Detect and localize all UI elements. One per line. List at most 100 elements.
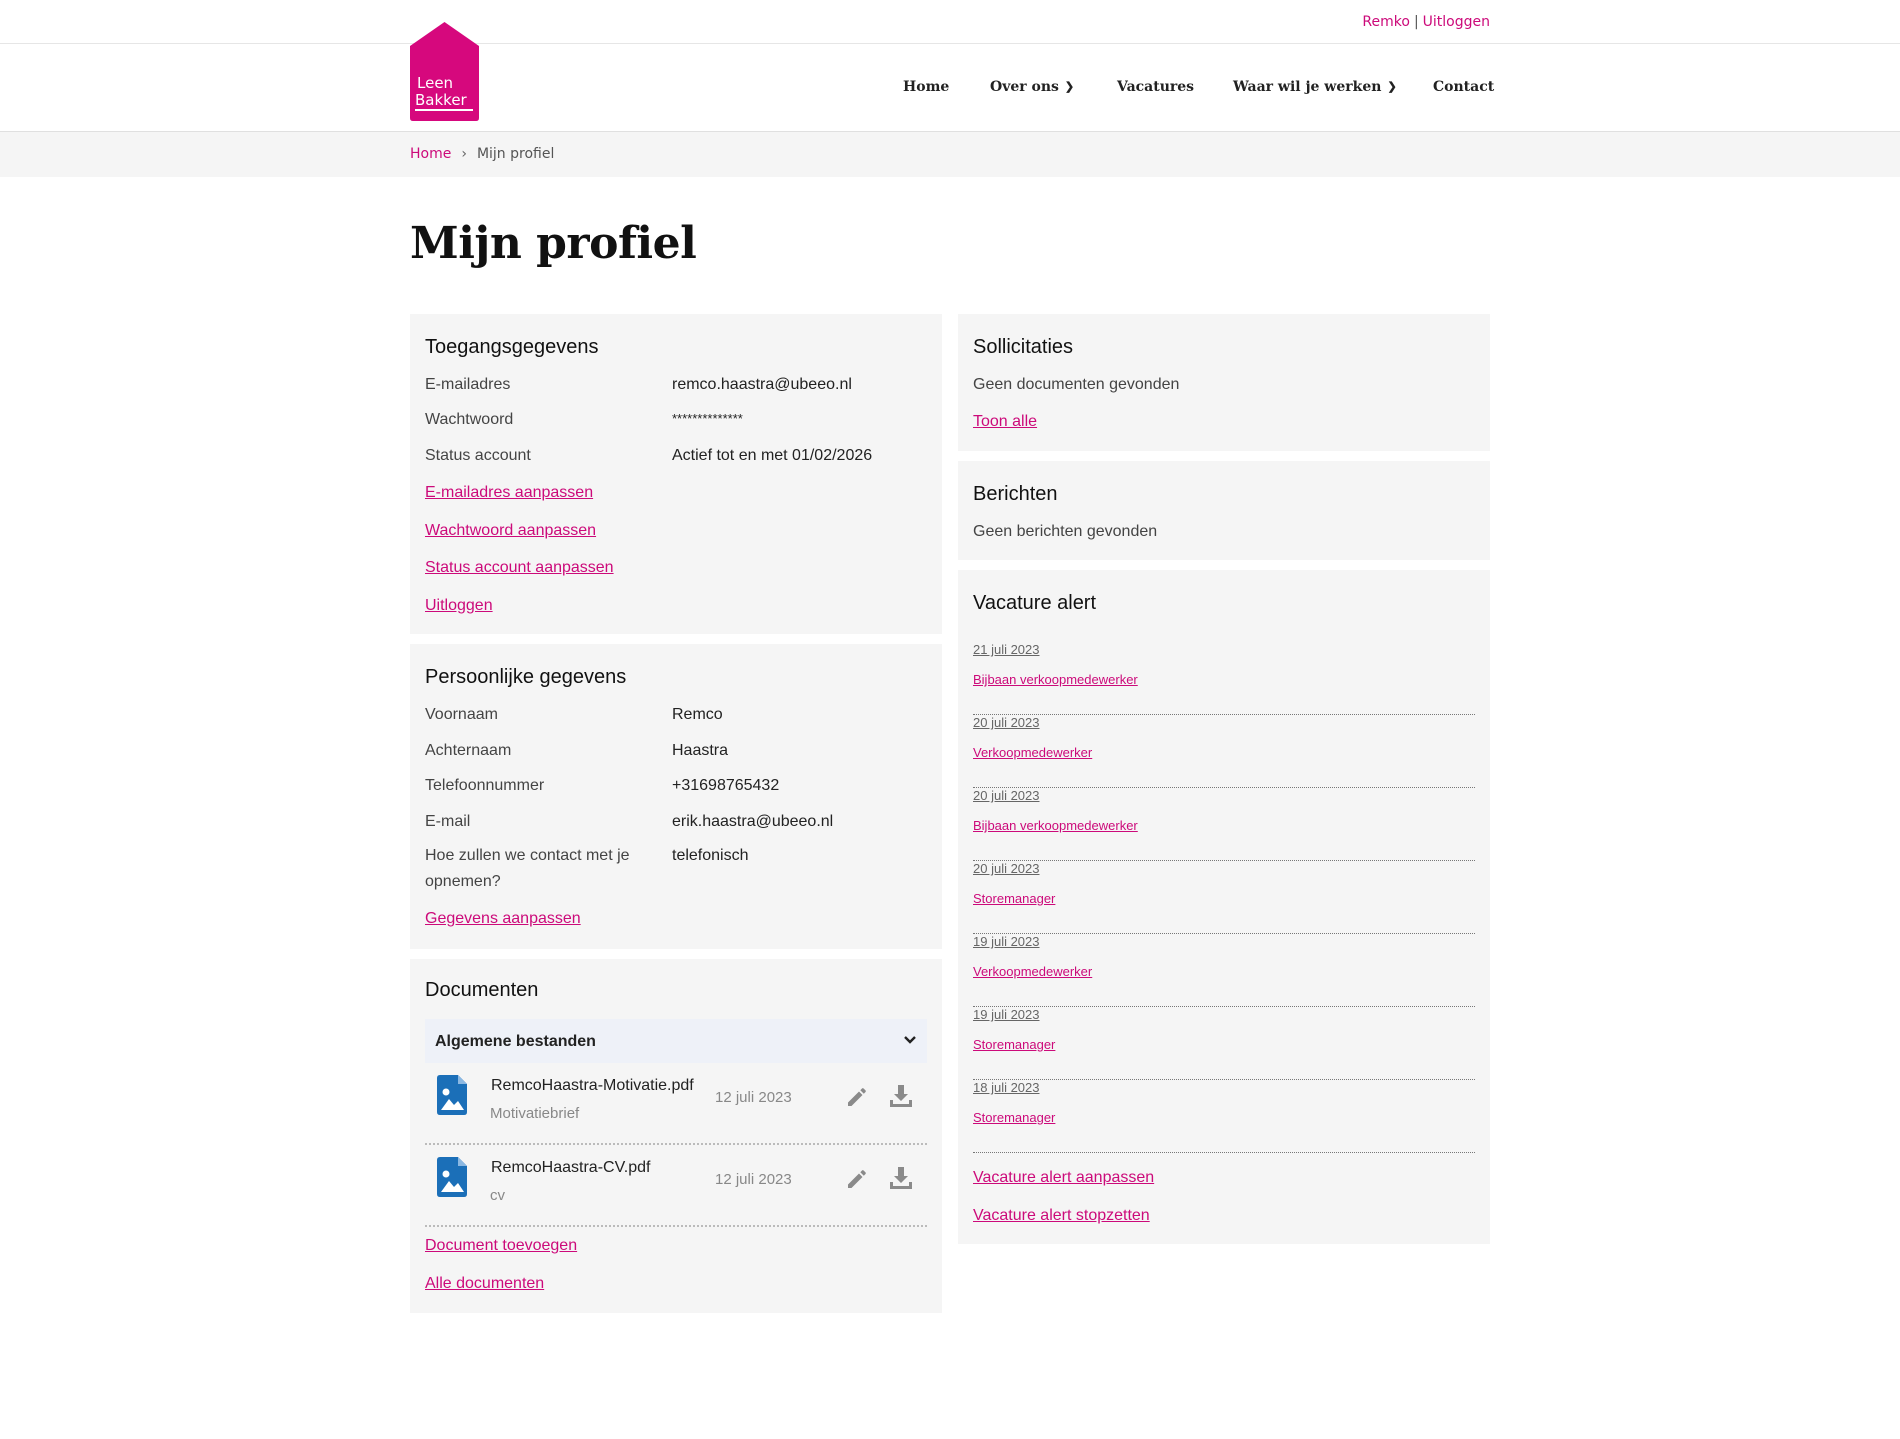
firstname-value: Remco	[672, 706, 723, 723]
page-title: Mijn profiel	[410, 218, 697, 269]
document-row: RemcoHaastra-Motivatie.pdf Motivatiebrie…	[425, 1065, 927, 1145]
main-nav: Home Over ons ❯ Vacatures Waar wil je wer…	[0, 79, 1900, 99]
nav-contact[interactable]: Contact	[1433, 79, 1494, 95]
document-name[interactable]: RemcoHaastra-CV.pdf	[491, 1159, 650, 1177]
show-all-link[interactable]: Toon alle	[973, 413, 1037, 431]
nav-where-label: Waar wil je werken	[1233, 79, 1382, 95]
alert-item: 18 juli 2023 Storemanager	[973, 1080, 1475, 1153]
edit-alert-link[interactable]: Vacature alert aanpassen	[973, 1169, 1154, 1187]
alert-date: 18 juli 2023	[973, 1080, 1040, 1095]
image-file-icon	[437, 1075, 467, 1115]
document-date: 12 juli 2023	[715, 1089, 792, 1106]
job-alert-panel: Vacature alert 21 juli 2023 Bijbaan verko…	[958, 570, 1490, 1244]
alert-job-link[interactable]: Storemanager	[973, 1037, 1055, 1052]
job-alert-title: Vacature alert	[973, 592, 1097, 614]
pencil-icon[interactable]	[845, 1085, 869, 1109]
status-value: Actief tot en met 01/02/2026	[672, 447, 873, 464]
personal-email-label: E-mail	[425, 813, 471, 830]
contact-pref-label-line1: Hoe zullen we contact met je	[425, 847, 630, 864]
alert-job-link[interactable]: Verkoopmedewerker	[973, 745, 1092, 760]
breadcrumb-home[interactable]: Home	[410, 146, 451, 162]
breadcrumb-current: Mijn profiel	[476, 146, 555, 162]
contact-pref-label-line2: opnemen?	[425, 873, 501, 890]
document-type: Motivatiebrief	[490, 1105, 580, 1122]
alert-date: 19 juli 2023	[973, 1007, 1040, 1022]
email-value: remco.haastra@ubeeo.nl	[672, 376, 852, 393]
messages-empty-text: Geen berichten gevonden	[973, 523, 1158, 540]
chevron-down-icon: ❯	[1387, 80, 1397, 93]
firstname-label: Voornaam	[425, 706, 498, 723]
stop-alert-link[interactable]: Vacature alert stopzetten	[973, 1207, 1150, 1225]
document-row: RemcoHaastra-CV.pdf cv 12 juli 2023	[425, 1147, 927, 1227]
documents-panel: Documenten Algemene bestanden RemcoHaast…	[410, 959, 942, 1313]
phone-value: +31698765432	[672, 777, 780, 794]
alert-date: 20 juli 2023	[973, 861, 1040, 876]
breadcrumb-bar: Home › Mijn profiel	[0, 132, 1900, 177]
pencil-icon[interactable]	[845, 1167, 869, 1191]
alert-job-link[interactable]: Bijbaan verkoopmedewerker	[973, 818, 1138, 833]
logout-link[interactable]: Uitloggen	[425, 597, 493, 615]
edit-email-link[interactable]: E-mailadres aanpassen	[425, 484, 593, 502]
top-utility-bar: Remko | Uitloggen	[0, 0, 1900, 44]
document-name[interactable]: RemcoHaastra-Motivatie.pdf	[491, 1077, 694, 1095]
breadcrumb-arrow: ›	[461, 146, 467, 162]
alert-item: 20 juli 2023 Bijbaan verkoopmedewerker	[973, 788, 1475, 861]
alert-job-link[interactable]: Verkoopmedewerker	[973, 964, 1092, 979]
alert-date: 21 juli 2023	[973, 642, 1040, 657]
nav-where[interactable]: Waar wil je werken ❯	[1233, 79, 1397, 95]
download-icon[interactable]	[888, 1165, 914, 1191]
phone-label: Telefoonnummer	[425, 777, 545, 794]
nav-home[interactable]: Home	[903, 79, 949, 95]
nav-about-label: Over ons	[990, 79, 1059, 95]
applications-empty-text: Geen documenten gevonden	[973, 376, 1180, 393]
alert-item: 19 juli 2023 Verkoopmedewerker	[973, 934, 1475, 1007]
lastname-label: Achternaam	[425, 742, 512, 759]
image-file-icon	[437, 1157, 467, 1197]
download-icon[interactable]	[888, 1083, 914, 1109]
alert-job-link[interactable]: Storemanager	[973, 1110, 1055, 1125]
main-header: Leen Bakker Home Over ons ❯ Vacatures Waa…	[0, 22, 1900, 132]
edit-status-link[interactable]: Status account aanpassen	[425, 559, 614, 577]
top-logout-link[interactable]: Uitloggen	[1423, 14, 1490, 30]
document-date: 12 juli 2023	[715, 1171, 792, 1188]
edit-password-link[interactable]: Wachtwoord aanpassen	[425, 522, 596, 540]
applications-panel: Sollicitaties Geen documenten gevonden T…	[958, 314, 1490, 451]
alert-date: 19 juli 2023	[973, 934, 1040, 949]
alert-item: 20 juli 2023 Verkoopmedewerker	[973, 715, 1475, 788]
access-panel: Toegangsgegevens E-mailadres remco.haast…	[410, 314, 942, 634]
alert-job-link[interactable]: Bijbaan verkoopmedewerker	[973, 672, 1138, 687]
personal-email-value: erik.haastra@ubeeo.nl	[672, 813, 834, 830]
document-type: cv	[490, 1187, 505, 1204]
user-links: Remko | Uitloggen	[1362, 14, 1490, 30]
breadcrumb: Home › Mijn profiel	[410, 146, 554, 162]
add-document-link[interactable]: Document toevoegen	[425, 1237, 577, 1255]
personal-title: Persoonlijke gegevens	[425, 666, 627, 688]
separator: |	[1413, 14, 1419, 30]
user-name-link[interactable]: Remko	[1362, 14, 1410, 30]
documents-title: Documenten	[425, 979, 539, 1001]
password-value: **************	[672, 411, 743, 426]
chevron-down-icon	[904, 1036, 916, 1044]
edit-personal-link[interactable]: Gegevens aanpassen	[425, 910, 581, 928]
messages-title: Berichten	[973, 483, 1058, 505]
accordion-label: Algemene bestanden	[435, 1033, 596, 1050]
personal-panel: Persoonlijke gegevens Voornaam Remco Ach…	[410, 644, 942, 949]
status-label: Status account	[425, 447, 531, 464]
messages-panel: Berichten Geen berichten gevonden	[958, 461, 1490, 560]
general-files-accordion[interactable]: Algemene bestanden	[425, 1019, 927, 1063]
nav-jobs[interactable]: Vacatures	[1117, 79, 1194, 95]
alert-date: 20 juli 2023	[973, 788, 1040, 803]
all-documents-link[interactable]: Alle documenten	[425, 1275, 544, 1293]
leen-bakker-logo[interactable]: Leen Bakker	[410, 22, 479, 121]
contact-pref-value: telefonisch	[672, 847, 749, 864]
alert-item: 21 juli 2023 Bijbaan verkoopmedewerker	[973, 642, 1475, 715]
nav-about[interactable]: Over ons ❯	[990, 79, 1074, 95]
chevron-down-icon: ❯	[1064, 80, 1075, 93]
applications-title: Sollicitaties	[973, 336, 1074, 358]
alert-item: 19 juli 2023 Storemanager	[973, 1007, 1475, 1080]
lastname-value: Haastra	[672, 742, 729, 759]
alert-job-link[interactable]: Storemanager	[973, 891, 1055, 906]
password-label: Wachtwoord	[425, 411, 514, 428]
email-label: E-mailadres	[425, 376, 511, 393]
access-title: Toegangsgegevens	[425, 336, 599, 358]
